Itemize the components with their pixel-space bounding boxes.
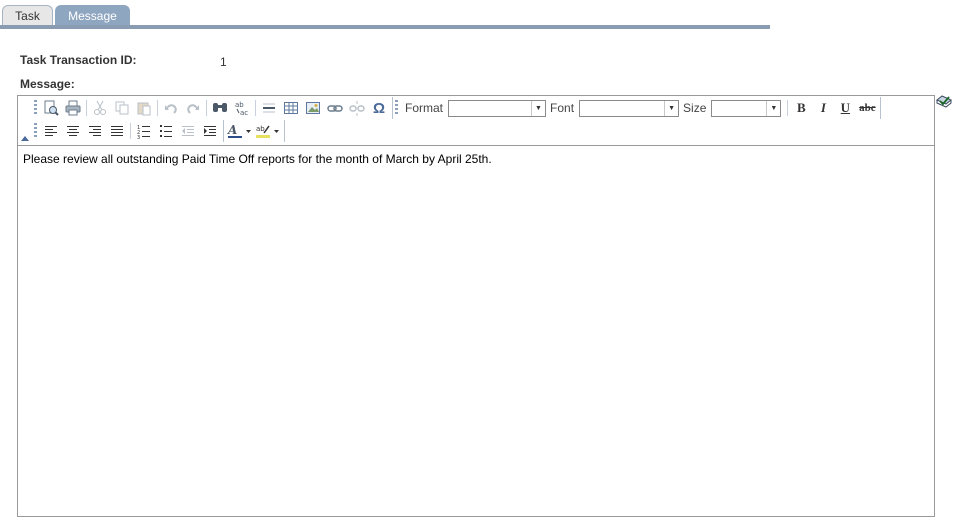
text-color-icon[interactable]: A xyxy=(226,121,254,141)
justify-icon[interactable] xyxy=(106,121,128,141)
italic-icon[interactable]: I xyxy=(812,98,834,118)
toolbar-separator xyxy=(255,100,256,116)
unlink-icon[interactable] xyxy=(346,98,368,118)
svg-text:ac: ac xyxy=(240,109,248,116)
cut-icon[interactable] xyxy=(89,98,111,118)
format-select[interactable]: ▼ xyxy=(448,99,547,117)
toolbar-group-colors: A ab xyxy=(224,120,285,142)
task-transaction-id-value: 1 xyxy=(220,55,227,69)
size-label: Size xyxy=(683,101,707,115)
toolbar-separator xyxy=(157,100,158,116)
copy-icon[interactable] xyxy=(111,98,133,118)
svg-text:3: 3 xyxy=(137,135,140,139)
toolbar-separator xyxy=(206,100,207,116)
strikethrough-icon[interactable]: abc xyxy=(856,98,878,118)
toolbar-grip[interactable] xyxy=(34,123,37,139)
spell-check-icon[interactable] xyxy=(936,95,952,109)
toolbar-group-document: ab ac Ω xyxy=(32,97,393,119)
special-char-icon[interactable]: Ω xyxy=(368,98,390,118)
preview-icon[interactable] xyxy=(40,98,62,118)
toolbar-separator xyxy=(787,100,789,116)
link-icon[interactable] xyxy=(324,98,346,118)
table-icon[interactable] xyxy=(280,98,302,118)
svg-text:ab: ab xyxy=(256,125,265,133)
numbered-list-icon[interactable]: 123 xyxy=(133,121,155,141)
toolbar-group-styles: Format ▼ Font ▼ Size ▼ B I U abc xyxy=(393,97,882,119)
align-right-icon[interactable] xyxy=(84,121,106,141)
toolbar-collapse-icon[interactable] xyxy=(21,136,29,141)
chevron-down-icon[interactable]: ▼ xyxy=(766,100,780,116)
toolbar-grip[interactable] xyxy=(34,100,37,116)
toolbar-separator xyxy=(86,100,87,116)
toolbar-row-1: ab ac Ω Format ▼ Font ▼ Size ▼ B I U abc xyxy=(32,97,882,119)
toolbar-grip[interactable] xyxy=(395,100,398,116)
bold-icon[interactable]: B xyxy=(790,98,812,118)
font-select[interactable]: ▼ xyxy=(579,99,680,117)
toolbar-row-2: 123 A ab xyxy=(32,120,285,142)
task-transaction-id-label: Task Transaction ID: xyxy=(20,53,137,67)
size-select[interactable]: ▼ xyxy=(711,99,782,117)
chevron-down-icon[interactable]: ▼ xyxy=(531,100,545,116)
font-label: Font xyxy=(550,101,575,115)
align-center-icon[interactable] xyxy=(62,121,84,141)
tab-message[interactable]: Message xyxy=(55,5,130,26)
svg-text:A: A xyxy=(227,123,237,137)
tab-divider xyxy=(0,25,770,29)
redo-icon[interactable] xyxy=(182,98,204,118)
format-label: Format xyxy=(405,101,444,115)
indent-icon[interactable] xyxy=(199,121,221,141)
paste-icon[interactable] xyxy=(133,98,155,118)
rich-text-editor: ab ac Ω Format ▼ Font ▼ Size ▼ B I U abc… xyxy=(17,95,935,517)
tab-task[interactable]: Task xyxy=(2,5,53,26)
undo-icon[interactable] xyxy=(160,98,182,118)
toolbar-separator xyxy=(130,123,131,139)
underline-icon[interactable]: U xyxy=(834,98,856,118)
replace-icon[interactable]: ab ac xyxy=(231,98,253,118)
outdent-icon[interactable] xyxy=(177,121,199,141)
align-left-icon[interactable] xyxy=(40,121,62,141)
image-icon[interactable] xyxy=(302,98,324,118)
svg-text:ab: ab xyxy=(235,101,244,109)
editor-toolbar: ab ac Ω Format ▼ Font ▼ Size ▼ B I U abc… xyxy=(18,96,934,146)
editor-content[interactable]: Please review all outstanding Paid Time … xyxy=(23,152,492,166)
bulleted-list-icon[interactable] xyxy=(155,121,177,141)
print-icon[interactable] xyxy=(62,98,84,118)
toolbar-group-paragraph: 123 xyxy=(32,120,224,142)
find-icon[interactable] xyxy=(209,98,231,118)
horizontal-rule-icon[interactable] xyxy=(258,98,280,118)
message-label: Message: xyxy=(20,77,75,91)
chevron-down-icon[interactable]: ▼ xyxy=(664,100,678,116)
highlight-color-icon[interactable]: ab xyxy=(254,121,282,141)
